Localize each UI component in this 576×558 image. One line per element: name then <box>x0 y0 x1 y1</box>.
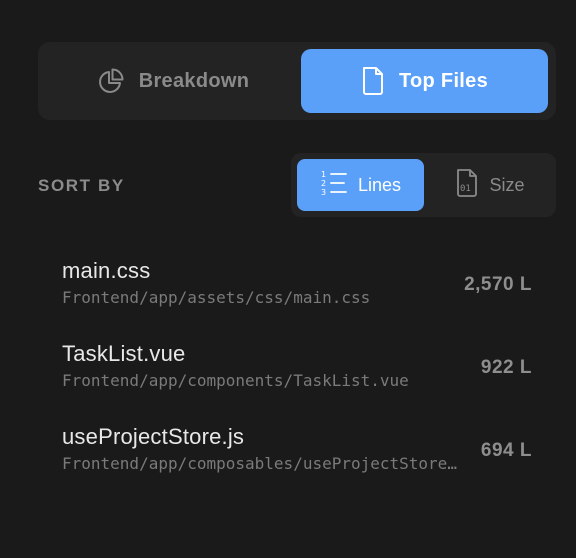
file-path: Frontend/app/composables/useProjectStore… <box>62 454 460 473</box>
file-path: Frontend/app/components/TaskList.vue <box>62 371 409 390</box>
file-icon <box>361 66 385 96</box>
numbered-list-icon: 1 2 3 <box>320 169 348 202</box>
binary-file-icon: 01 <box>455 168 479 203</box>
file-row[interactable]: useProjectStore.js Frontend/app/composab… <box>62 424 532 484</box>
tab-top-files-label: Top Files <box>399 69 488 92</box>
file-line-count: 922 L <box>480 357 532 378</box>
file-row[interactable]: TaskList.vue Frontend/app/components/Tas… <box>62 341 532 401</box>
file-name: useProjectStore.js <box>62 424 245 449</box>
sort-size-label: Size <box>489 174 525 195</box>
sort-size-button[interactable]: 01 Size <box>430 159 550 211</box>
sort-by-label: SORT BY <box>38 176 125 195</box>
sort-lines-button[interactable]: 1 2 3 Lines <box>297 159 424 211</box>
tab-breakdown-label: Breakdown <box>138 69 250 92</box>
view-tabs: Breakdown Top Files <box>38 42 556 120</box>
svg-text:3: 3 <box>321 188 326 197</box>
file-name: TaskList.vue <box>62 341 186 366</box>
file-line-count: 694 L <box>480 440 532 461</box>
file-line-count: 2,570 L <box>464 274 532 295</box>
file-name: main.css <box>62 258 151 283</box>
file-row[interactable]: main.css Frontend/app/assets/css/main.cs… <box>62 258 532 318</box>
sort-lines-label: Lines <box>357 174 402 195</box>
tab-top-files[interactable]: Top Files <box>301 49 548 113</box>
sort-toggle: 1 2 3 Lines 01 Size <box>291 153 556 217</box>
svg-text:01: 01 <box>460 184 471 194</box>
svg-text:2: 2 <box>321 179 326 188</box>
tab-breakdown[interactable]: Breakdown <box>45 49 301 113</box>
pie-chart-icon <box>97 67 125 95</box>
file-path: Frontend/app/assets/css/main.css <box>62 288 371 307</box>
svg-text:1: 1 <box>321 170 326 179</box>
